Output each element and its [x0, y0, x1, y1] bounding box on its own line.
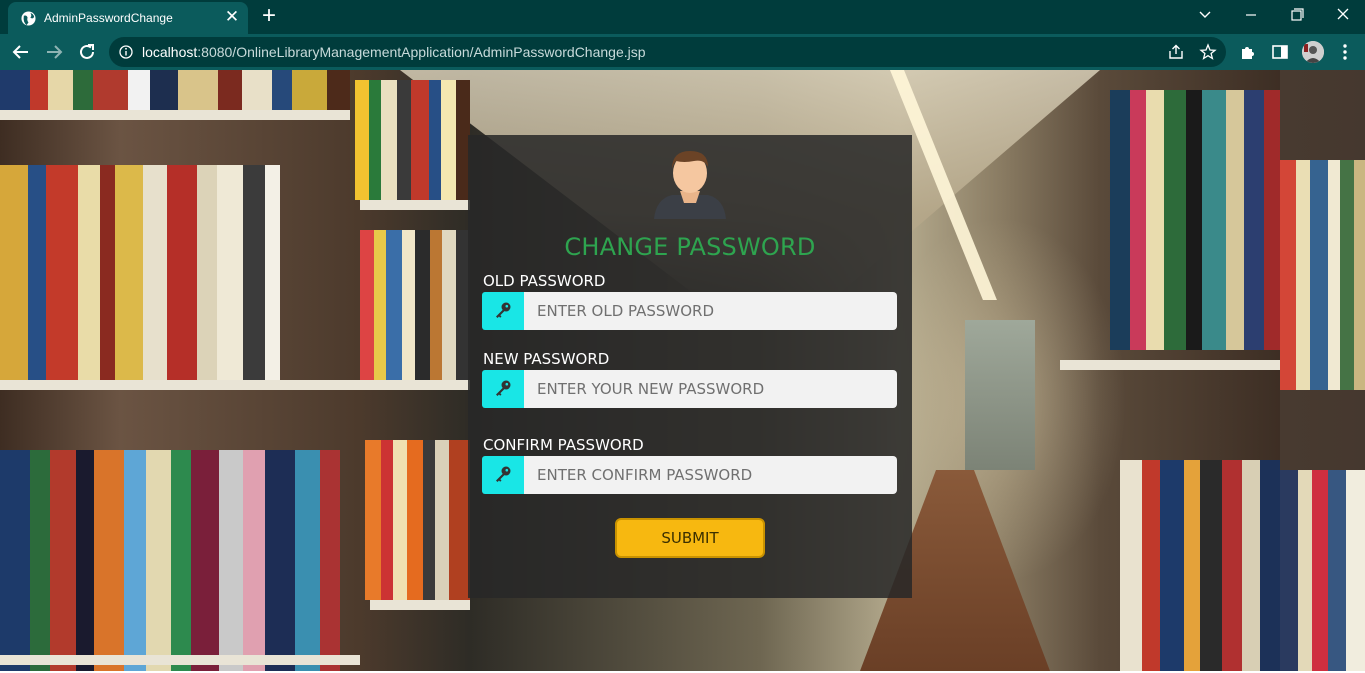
key-icon: [496, 380, 511, 396]
bookshelf-left-second-2: [360, 230, 470, 380]
plus-icon[interactable]: +: [258, 4, 280, 28]
page-title: CHANGE PASSWORD: [564, 233, 816, 261]
bookshelf-left-top: [0, 70, 350, 110]
shelf-board: [360, 380, 470, 390]
bookshelf-right-top: [1110, 90, 1280, 350]
user-avatar-icon: [654, 151, 726, 219]
back-icon[interactable]: [10, 41, 32, 63]
bookshelf-left-middle: [0, 165, 280, 380]
old-password-input[interactable]: [524, 292, 897, 330]
url-path: :8080/OnlineLibraryManagementApplication…: [197, 44, 646, 60]
bookshelf-right-bottom: [1120, 460, 1280, 671]
info-icon[interactable]: [119, 45, 133, 59]
confirm-password-label: CONFIRM PASSWORD: [483, 436, 644, 454]
star-icon[interactable]: [1199, 43, 1217, 61]
extensions-icon[interactable]: [1237, 41, 1259, 63]
old-password-label: OLD PASSWORD: [483, 272, 606, 290]
address-bar[interactable]: localhost:8080/OnlineLibraryManagementAp…: [109, 37, 1226, 67]
bookshelf-left-second: [355, 80, 470, 200]
bookshelf-left-bottom: [0, 450, 350, 671]
shelf-board: [360, 200, 470, 210]
submit-button[interactable]: SUBMIT: [615, 518, 765, 558]
confirm-password-input[interactable]: [524, 456, 897, 494]
restore-icon[interactable]: [1284, 4, 1310, 26]
confirm-password-field-group: [482, 456, 897, 494]
minimize-icon[interactable]: [1238, 4, 1264, 26]
reload-icon[interactable]: [76, 41, 98, 63]
change-password-card: CHANGE PASSWORD OLD PASSWORD NEW PASSWOR…: [468, 135, 912, 598]
key-icon: [496, 302, 511, 318]
new-password-field-group: [482, 370, 897, 408]
profile-image: [1302, 41, 1324, 63]
tab-title: AdminPasswordChange: [44, 11, 173, 25]
new-password-input[interactable]: [524, 370, 897, 408]
confirm-password-key-badge: [482, 456, 524, 494]
bookshelf-left-second-3: [365, 440, 470, 600]
old-password-field-group: [482, 292, 897, 330]
tab-strip: AdminPasswordChange ✕ +: [0, 0, 1365, 34]
forward-icon[interactable]: [43, 41, 65, 63]
shelf-board: [0, 110, 350, 120]
window-close-icon[interactable]: [1330, 4, 1356, 26]
old-password-key-badge: [482, 292, 524, 330]
close-icon[interactable]: ✕: [224, 8, 240, 25]
more-icon[interactable]: [1334, 41, 1356, 63]
profile-avatar[interactable]: [1302, 41, 1324, 63]
corridor-end: [965, 320, 1035, 470]
globe-icon: [21, 11, 36, 26]
chevron-down-icon[interactable]: [1192, 4, 1218, 26]
shelf-board: [0, 655, 360, 665]
url-text[interactable]: localhost:8080/OnlineLibraryManagementAp…: [142, 44, 646, 60]
window-edge: [1280, 70, 1365, 671]
shelf-board: [1060, 360, 1280, 370]
key-icon: [496, 466, 511, 482]
sidepanel-icon[interactable]: [1269, 41, 1291, 63]
browser-tab[interactable]: AdminPasswordChange ✕: [8, 2, 248, 34]
url-host: localhost: [142, 44, 198, 60]
browser-toolbar: localhost:8080/OnlineLibraryManagementAp…: [0, 34, 1365, 70]
shelf-board: [370, 600, 470, 610]
share-icon[interactable]: [1167, 43, 1185, 61]
new-password-key-badge: [482, 370, 524, 408]
shelf-board: [0, 380, 360, 390]
new-password-label: NEW PASSWORD: [483, 350, 610, 368]
